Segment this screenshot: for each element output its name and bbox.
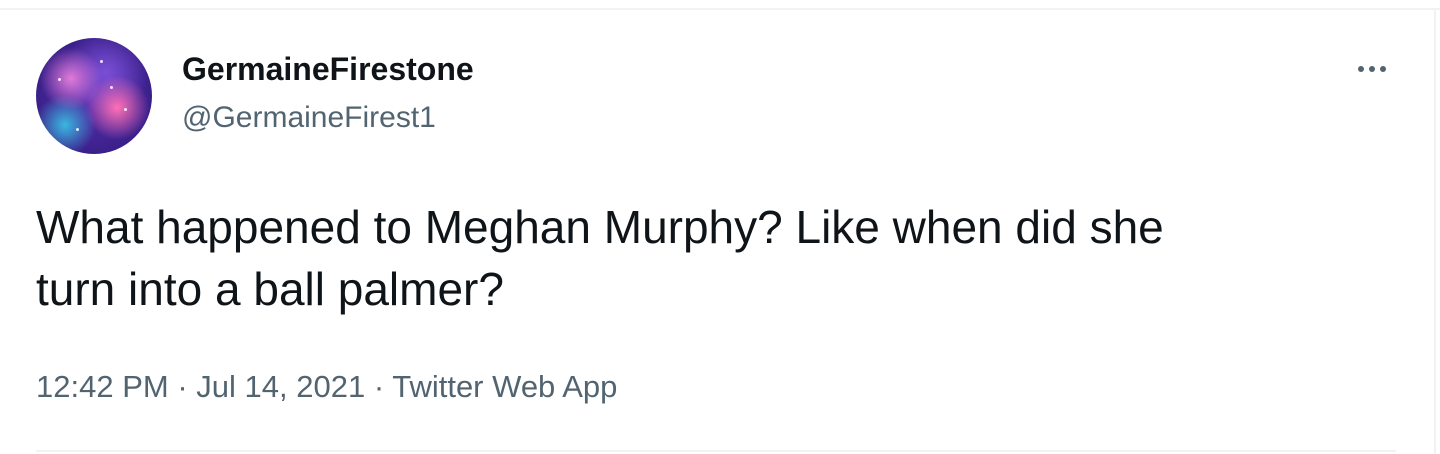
tweet-time-link[interactable]: 12:42 PM	[36, 369, 169, 404]
tweet-metadata: 12:42 PM · Jul 14, 2021 · Twitter Web Ap…	[36, 367, 617, 407]
user-handle[interactable]: @GermaineFirest1	[182, 98, 436, 138]
meta-separator: ·	[177, 369, 188, 404]
display-name[interactable]: GermaineFirestone	[182, 49, 474, 89]
avatar-star	[58, 78, 61, 81]
bottom-divider	[36, 450, 1396, 452]
avatar-star	[110, 86, 113, 89]
tweet-source-link[interactable]: Twitter Web App	[392, 369, 617, 404]
right-divider	[1434, 8, 1436, 454]
avatar[interactable]	[36, 38, 152, 154]
avatar-star	[76, 128, 79, 131]
meta-separator: ·	[373, 369, 385, 404]
more-options-button[interactable]	[1350, 54, 1394, 84]
more-horizontal-icon	[1380, 66, 1386, 72]
top-divider	[0, 8, 1440, 10]
tweet-date-link[interactable]: Jul 14, 2021	[196, 369, 365, 404]
tweet-text-line: turn into a ball palmer?	[36, 263, 504, 315]
avatar-star	[100, 60, 103, 63]
tweet-text-line: What happened to Meghan Murphy? Like whe…	[36, 201, 1164, 253]
more-horizontal-icon	[1358, 66, 1364, 72]
avatar-star	[124, 108, 127, 111]
more-horizontal-icon	[1369, 66, 1375, 72]
tweet-text: What happened to Meghan Murphy? Like whe…	[36, 196, 1376, 320]
